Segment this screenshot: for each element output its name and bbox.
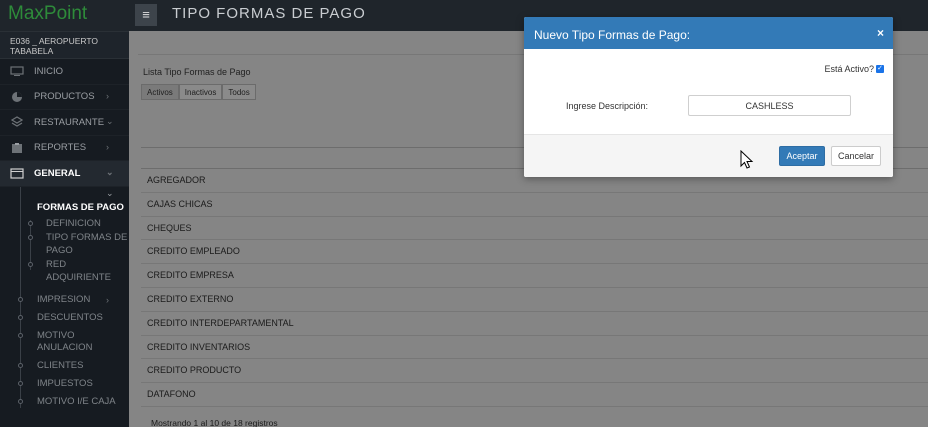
sidebar-item-label: DESCUENTOS bbox=[37, 312, 103, 323]
sidebar-item-label: PRODUCTOS bbox=[34, 91, 95, 103]
chevron-down-icon: ⌄ bbox=[106, 187, 114, 198]
window-icon bbox=[9, 168, 25, 179]
sidebar-item-label: CLIENTES bbox=[37, 360, 84, 371]
table-row[interactable]: CREDITO PRODUCTO bbox=[141, 359, 928, 384]
sidebar-item-label: TIPO FORMAS DE PAGO bbox=[46, 232, 128, 256]
sidebar-item-red-adquiriente[interactable]: RED ADQUIRIENTE bbox=[0, 259, 129, 284]
sidebar-item-general[interactable]: GENERAL ⌄ bbox=[0, 161, 129, 187]
sidebar-item-productos[interactable]: PRODUCTOS › bbox=[0, 85, 129, 110]
sidebar: MaxPoint E036 _ AEROPUERTO TABABELA INIC… bbox=[0, 0, 129, 427]
modal-footer: Aceptar Cancelar bbox=[524, 135, 893, 177]
list-title: Lista Tipo Formas de Pago bbox=[143, 67, 251, 77]
modal-header: Nuevo Tipo Formas de Pago: × bbox=[524, 17, 893, 49]
table-row[interactable]: CREDITO EMPRESA bbox=[141, 264, 928, 288]
store-name: E036 _ AEROPUERTO TABABELA bbox=[0, 31, 129, 59]
bullet-icon bbox=[18, 399, 23, 404]
chevron-right-icon: › bbox=[106, 90, 109, 101]
bullet-icon bbox=[28, 220, 33, 226]
filter-inactivos-button[interactable]: Inactivos bbox=[178, 84, 223, 100]
clipboard-icon bbox=[9, 142, 25, 153]
bullet-icon bbox=[18, 381, 23, 386]
filter-activos-button[interactable]: Activos bbox=[141, 84, 179, 100]
sidebar-item-reportes[interactable]: REPORTES › bbox=[0, 136, 129, 161]
app-logo: MaxPoint bbox=[0, 0, 129, 31]
sidebar-item-tipo-formas-de-pago[interactable]: TIPO FORMAS DE PAGO bbox=[0, 232, 129, 257]
bullet-icon bbox=[28, 262, 33, 267]
sidebar-item-label: REPORTES bbox=[34, 142, 87, 154]
active-checkbox[interactable]: ✓ bbox=[876, 65, 884, 73]
pie-chart-icon bbox=[9, 91, 25, 102]
sidebar-item-descuentos[interactable]: DESCUENTOS bbox=[0, 312, 129, 324]
sidebar-item-impuestos[interactable]: IMPUESTOS bbox=[0, 378, 129, 390]
sidebar-item-label: RED ADQUIRIENTE bbox=[46, 259, 111, 283]
sidebar-item-label: MOTIVO I/E CAJA bbox=[37, 396, 116, 407]
new-payment-type-modal: Nuevo Tipo Formas de Pago: × Está Activo… bbox=[524, 17, 893, 177]
accept-button[interactable]: Aceptar bbox=[779, 146, 825, 166]
description-label: Ingrese Descripción: bbox=[566, 101, 649, 111]
sidebar-item-motivo-anulacion[interactable]: MOTIVO ANULACION bbox=[0, 330, 100, 354]
sidebar-item-label: IMPUESTOS bbox=[37, 378, 93, 389]
pagination-info: Mostrando 1 al 10 de 18 registros bbox=[151, 418, 278, 427]
chevron-down-icon: ⌄ bbox=[106, 116, 114, 126]
general-submenu: ⌄ FORMAS DE PAGO DEFINICION TIPO FORMAS … bbox=[0, 186, 129, 408]
submenu-header: ⌄ bbox=[0, 187, 129, 201]
table-row[interactable]: CAJAS CHICAS bbox=[141, 193, 928, 217]
sidebar-item-definicion[interactable]: DEFINICION bbox=[0, 218, 129, 231]
stack-icon bbox=[9, 116, 25, 128]
bullet-icon bbox=[28, 235, 33, 240]
chevron-right-icon: › bbox=[106, 141, 109, 152]
sidebar-item-restaurante[interactable]: RESTAURANTE ⌄ bbox=[0, 110, 129, 136]
sidebar-item-clientes[interactable]: CLIENTES bbox=[0, 360, 129, 372]
table-row[interactable]: CREDITO EMPLEADO bbox=[141, 240, 928, 265]
payment-types-table: AGREGADOR CAJAS CHICAS CHEQUES CREDITO E… bbox=[141, 147, 928, 407]
bullet-icon bbox=[18, 315, 23, 320]
table-row[interactable]: CREDITO EXTERNO bbox=[141, 288, 928, 312]
sidebar-item-label: INICIO bbox=[34, 65, 64, 77]
sidebar-item-impresion[interactable]: IMPRESION › bbox=[0, 294, 129, 306]
chevron-down-icon: ⌄ bbox=[106, 167, 114, 177]
table-row[interactable]: CHEQUES bbox=[141, 217, 928, 241]
page-title: TIPO FORMAS DE PAGO bbox=[172, 5, 366, 22]
table-row[interactable]: CREDITO INTERDEPARTAMENTAL bbox=[141, 312, 928, 336]
sidebar-item-label: IMPRESION bbox=[37, 294, 91, 305]
sidebar-item-label: MOTIVO ANULACION bbox=[37, 330, 93, 353]
cancel-button[interactable]: Cancelar bbox=[831, 146, 881, 166]
close-icon[interactable]: × bbox=[877, 26, 884, 40]
monitor-icon bbox=[9, 66, 25, 77]
description-input[interactable] bbox=[688, 95, 851, 116]
hamburger-icon[interactable]: ≡ bbox=[135, 4, 157, 26]
table-row[interactable]: CREDITO INVENTARIOS bbox=[141, 336, 928, 360]
filter-todos-button[interactable]: Todos bbox=[222, 84, 256, 100]
table-row[interactable]: DATAFONO bbox=[141, 383, 928, 407]
filter-group: Activos Inactivos Todos bbox=[141, 84, 256, 100]
sidebar-item-inicio[interactable]: INICIO bbox=[0, 59, 129, 85]
sidebar-item-label: GENERAL bbox=[34, 167, 81, 179]
sidebar-item-motivo-ie-caja[interactable]: MOTIVO I/E CAJA bbox=[0, 396, 129, 408]
bullet-icon bbox=[18, 297, 23, 302]
modal-title: Nuevo Tipo Formas de Pago: bbox=[534, 28, 691, 42]
chevron-right-icon: › bbox=[106, 295, 109, 305]
mouse-cursor-icon bbox=[740, 150, 754, 169]
bullet-icon bbox=[18, 333, 23, 338]
active-label: Está Activo? bbox=[824, 64, 874, 74]
sidebar-item-label: RESTAURANTE bbox=[34, 116, 105, 128]
sidebar-item-label: DEFINICION bbox=[46, 217, 101, 229]
formas-de-pago-items: DEFINICION TIPO FORMAS DE PAGO RED ADQUI… bbox=[0, 218, 129, 285]
bullet-icon bbox=[18, 363, 23, 368]
modal-body: Está Activo? ✓ Ingrese Descripción: bbox=[524, 49, 893, 135]
